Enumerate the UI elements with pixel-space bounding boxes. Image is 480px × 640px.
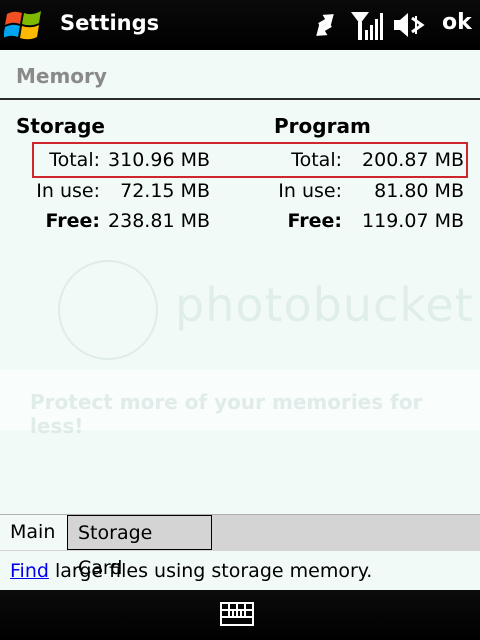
program-free-label: Free:	[287, 210, 342, 232]
program-total-label: Total:	[291, 149, 342, 171]
program-heading: Program	[274, 114, 371, 138]
storage-total-label: Total:	[49, 149, 100, 171]
tab-storage-card[interactable]: Storage Card	[68, 515, 212, 579]
storage-free-value: 238.81 MB	[108, 210, 210, 232]
watermark-tagline: Protect more of your memories for less!	[30, 390, 423, 438]
tab-strip: Main Storage Card	[0, 514, 480, 579]
signal-strength-icon[interactable]	[350, 10, 384, 40]
ok-button[interactable]: ok	[442, 10, 472, 35]
storage-heading: Storage	[16, 114, 105, 138]
find-description: large files using storage memory.	[48, 560, 373, 582]
find-link[interactable]: Find	[10, 560, 49, 582]
keyboard-icon[interactable]	[220, 600, 254, 628]
program-total-value: 200.87 MB	[362, 149, 464, 171]
storage-in-use-value: 72.15 MB	[120, 180, 210, 202]
storage-in-use-label: In use:	[36, 180, 100, 202]
page-title: Memory	[16, 64, 107, 88]
program-free-value: 119.07 MB	[362, 210, 464, 232]
title-bar: Settings ok	[0, 0, 480, 50]
watermark-logo	[58, 260, 158, 360]
storage-total-value: 310.96 MB	[108, 149, 210, 171]
app-title: Settings	[60, 11, 160, 35]
memory-content: Storage Program Total: 310.96 MB In use:…	[0, 100, 480, 514]
speaker-muted-icon[interactable]	[392, 10, 426, 40]
tab-main[interactable]: Main	[0, 515, 68, 550]
soft-key-bar	[0, 590, 480, 640]
sync-arrows-icon[interactable]	[308, 10, 342, 40]
program-in-use-value: 81.80 MB	[374, 180, 464, 202]
windows-start-icon[interactable]	[3, 5, 44, 45]
storage-free-label: Free:	[45, 210, 100, 232]
program-in-use-label: In use:	[278, 180, 342, 202]
watermark-brand: photobucket	[175, 278, 474, 332]
find-instructions: Find large files using storage memory.	[10, 560, 372, 582]
page-header: Memory	[0, 50, 480, 100]
